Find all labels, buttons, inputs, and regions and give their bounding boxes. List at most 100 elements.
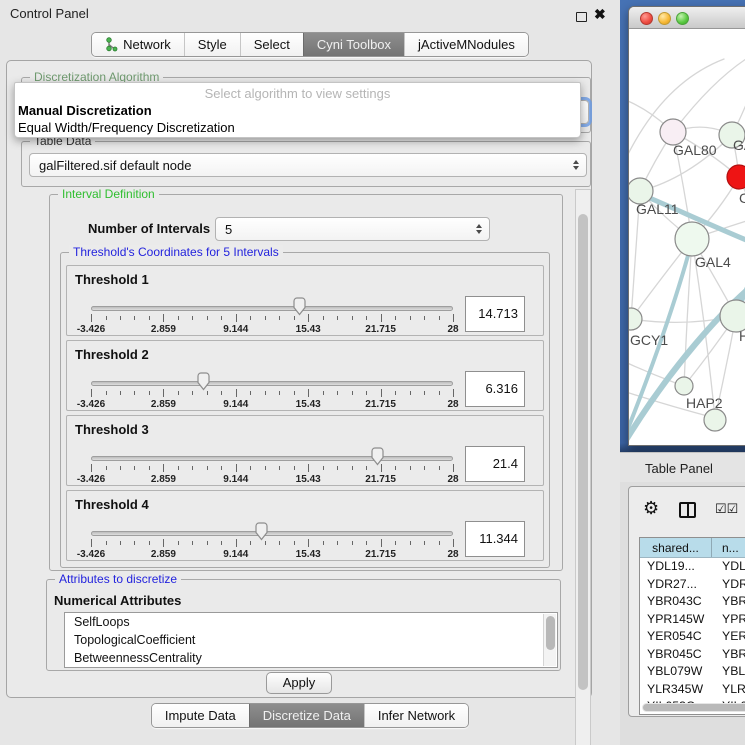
cell-shared-name[interactable]: YDR27... [640,576,712,594]
numerical-attributes-list[interactable]: SelfLoopsTopologicalCoefficientBetweenne… [64,612,558,668]
slider-track[interactable] [91,531,453,536]
tick-label: 15.43 [296,324,321,335]
threshold-value-field[interactable]: 14.713 [465,296,525,332]
slider-thumb[interactable] [254,522,269,541]
threshold-slider[interactable]: -3.4262.8599.14415.4321.71528 [91,491,453,562]
column-header-name[interactable]: n... [712,538,745,557]
table-row[interactable]: YPR145WYPR1... [640,611,745,629]
slider-ticks [91,539,453,549]
table-header-row[interactable]: shared... n... [640,538,745,558]
threshold-value-field[interactable]: 21.4 [465,446,525,482]
slider-thumb[interactable] [196,372,211,391]
bottom-tab-impute-data[interactable]: Impute Data [152,704,249,727]
svg-text:C: C [739,190,745,206]
tab-cyni-toolbox[interactable]: Cyni Toolbox [303,33,404,56]
gear-icon[interactable]: ⚙ [643,498,659,519]
attributes-group-title: Attributes to discretize [55,572,181,586]
number-of-intervals-combobox[interactable]: 5 [215,217,490,241]
attribute-list-item[interactable]: TopologicalCoefficient [65,631,557,649]
cell-name[interactable]: YPR1... [712,611,745,629]
threshold-slider[interactable]: -3.4262.8599.14415.4321.71528 [91,416,453,487]
number-of-intervals-value: 5 [225,222,232,237]
table-row[interactable]: YBL079WYBL0... [640,663,745,681]
close-panel-icon[interactable]: ✖ [594,6,606,23]
tab-style[interactable]: Style [184,33,240,56]
tab-jactivemnodules[interactable]: jActiveMNodules [404,33,528,56]
cell-name[interactable]: YBR0... [712,646,745,664]
dropdown-item-manual-discretization[interactable]: Manual Discretization [15,102,580,119]
threshold-value-field[interactable]: 6.316 [465,371,525,407]
table-row[interactable]: YDR27...YDR2... [640,576,745,594]
tab-label: Style [198,37,227,52]
column-header-shared-name[interactable]: shared... [640,538,712,557]
cyni-bottom-tabbar: Impute DataDiscretize DataInfer Network [0,703,620,728]
tab-network[interactable]: Network [92,33,184,56]
tick-label: 9.144 [223,474,248,485]
table-row[interactable]: YER054CYER0... [640,628,745,646]
zoom-window-icon[interactable] [676,12,689,25]
cell-name[interactable]: YDL1... [712,558,745,576]
cell-shared-name[interactable]: YLR345W [640,681,712,699]
table-row[interactable]: YBR045CYBR0... [640,646,745,664]
tab-label: jActiveMNodules [418,37,515,52]
tick-label: 15.43 [296,549,321,560]
cell-shared-name[interactable]: YBR045C [640,646,712,664]
node-gcy1[interactable] [629,308,642,330]
network-graph[interactable]: GAL80 GA C GAL11 GAL4 GCY1 H HAP2 [629,29,745,446]
close-window-icon[interactable] [640,12,653,25]
apply-button[interactable]: Apply [266,672,332,694]
cell-name[interactable]: YBL0... [712,663,745,681]
slider-track[interactable] [91,381,453,386]
network-window-titlebar[interactable] [629,7,745,29]
attribute-list-item[interactable]: BetweennessCentrality [65,649,557,667]
node-attribute-table[interactable]: shared... n... YDL19...YDL1...YDR27...YD… [639,537,745,715]
cell-name[interactable]: YDR2... [712,576,745,594]
cell-name[interactable]: YLR3... [712,681,745,699]
float-window-icon[interactable] [576,12,587,22]
table-data-selected-value: galFiltered.sif default node [39,158,191,173]
node-selected-red[interactable] [727,165,745,189]
slider-thumb[interactable] [370,447,385,466]
dropdown-item-equal-width-frequency[interactable]: Equal Width/Frequency Discretization [15,119,580,136]
table-row[interactable]: YBR043CYBR0... [640,593,745,611]
attributes-list-scrollbar[interactable] [543,614,556,666]
threshold-slider[interactable]: -3.4262.8599.14415.4321.71528 [91,341,453,412]
table-data-combobox[interactable]: galFiltered.sif default node [29,153,587,177]
node-hap2[interactable] [675,377,693,395]
threshold-4-row: Threshold 4 -3.4262.8599.14415.4321.7152… [66,490,544,561]
table-row[interactable]: YDL19...YDL1... [640,558,745,576]
select-columns-icon[interactable]: ☑☑ [715,501,738,517]
dropdown-prompt-item[interactable]: Select algorithm to view settings [15,83,580,102]
slider-track[interactable] [91,306,453,311]
cell-name[interactable]: YER0... [712,628,745,646]
node-gal4[interactable] [675,222,709,256]
thresholds-group-title: Threshold's Coordinates for 5 Intervals [69,245,283,259]
threshold-value-field[interactable]: 11.344 [465,521,525,557]
tab-select[interactable]: Select [240,33,303,56]
cell-shared-name[interactable]: YDL19... [640,558,712,576]
slider-track[interactable] [91,456,453,461]
node-bottom[interactable] [704,409,726,431]
cell-name[interactable]: YBR0... [712,593,745,611]
slider-thumb[interactable] [292,297,307,316]
tick-label: -3.426 [77,549,105,560]
network-canvas[interactable]: GAL80 GA C GAL11 GAL4 GCY1 H HAP2 [629,29,745,446]
svg-text:GAL4: GAL4 [695,254,731,270]
cell-shared-name[interactable]: YBL079W [640,663,712,681]
cell-shared-name[interactable]: YBR043C [640,593,712,611]
bottom-tab-infer-network[interactable]: Infer Network [364,704,468,727]
cell-shared-name[interactable]: YPR145W [640,611,712,629]
network-view-window[interactable]: GAL80 GA C GAL11 GAL4 GCY1 H HAP2 [628,6,745,446]
cell-shared-name[interactable]: YER054C [640,628,712,646]
slider-ticks [91,464,453,474]
tick-label: 28 [447,549,458,560]
table-row[interactable]: YLR345WYLR3... [640,681,745,699]
threshold-slider[interactable]: -3.4262.8599.14415.4321.71528 [91,266,453,337]
table-horizontal-scrollbar[interactable] [642,703,745,712]
bottom-tab-discretize-data[interactable]: Discretize Data [249,704,364,727]
minimize-window-icon[interactable] [658,12,671,25]
column-layout-icon[interactable] [679,502,696,518]
attribute-list-item[interactable]: SelfLoops [65,613,557,631]
tab-label: Cyni Toolbox [317,37,391,52]
panel-vertical-scrollbar[interactable] [575,189,591,745]
